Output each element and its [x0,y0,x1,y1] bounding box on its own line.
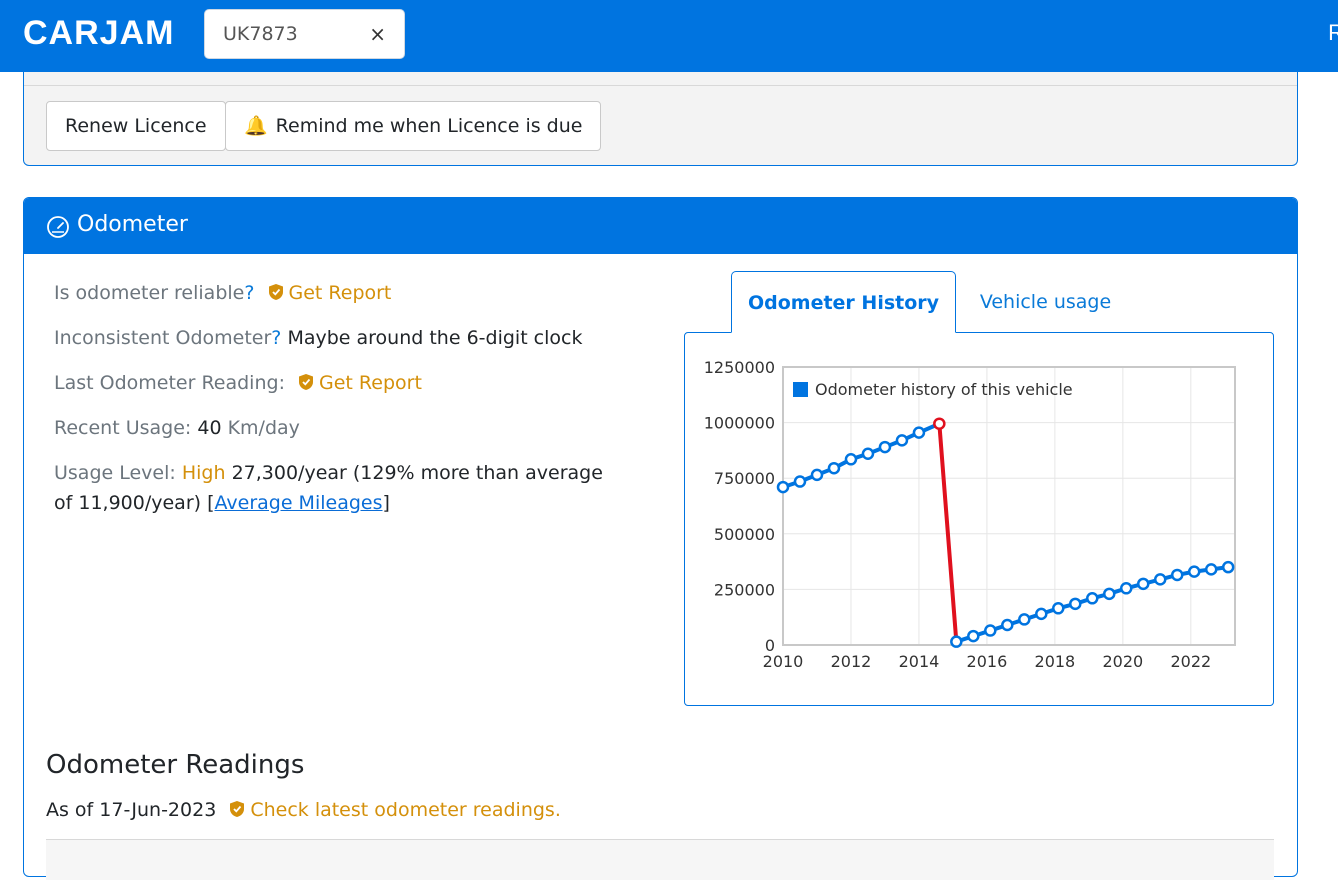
last-reading-label: Last Odometer Reading: [54,372,285,394]
usage-level-value: High [181,462,226,484]
recent-usage-unit: Km/day [227,417,300,439]
rollback-segment [937,421,959,644]
y-tick-label: 500000 [714,525,775,544]
get-report-link[interactable]: Get Report [289,282,392,304]
data-point [1153,573,1167,586]
x-tick-label: 2018 [1035,652,1076,671]
licence-card: Renew Licence 🔔 Remind me when Licence is… [23,72,1298,166]
y-tick-label: 250000 [714,580,775,599]
data-point [967,629,980,643]
x-tick-label: 2012 [831,652,872,671]
logo[interactable]: CARJAM [23,14,174,53]
data-point [827,461,841,475]
data-point [1069,597,1082,611]
data-point [793,475,807,488]
data-point [1018,613,1031,626]
inconsistent-value: Maybe around the 6-digit clock [287,327,583,349]
reliable-label: Is odometer reliable [54,282,245,304]
rollback-point [933,417,946,430]
x-tick-label: 2016 [967,652,1008,671]
y-tick-label: 750000 [714,469,775,488]
odometer-chart: 2010 2012 2014 2016 2018 2020 2022 0 250000 50000… [684,332,1274,706]
data-point [1001,618,1014,632]
data-point [776,480,790,494]
nav-edge-text[interactable]: R [1328,20,1338,46]
y-tick-label: 0 [765,636,775,655]
readings-table-header [46,840,1274,880]
shield-icon [230,801,245,817]
get-report-link[interactable]: Get Report [319,372,422,394]
renew-licence-button[interactable]: Renew Licence [46,101,226,151]
tab-odometer-history[interactable]: Odometer History [731,271,956,333]
data-point [1204,563,1218,576]
shield-icon [299,374,314,390]
data-point [1119,582,1133,595]
data-point [912,426,926,439]
speedometer-icon [47,216,69,238]
inconsistent-help[interactable]: ? [271,327,281,349]
recent-usage-value: 40 [197,417,222,439]
usage-level-row: Usage Level: High 27,300/year (129% more… [54,458,614,518]
usage-level-label: Usage Level: [54,462,176,484]
odometer-chart-svg: 2010 2012 2014 2016 2018 2020 2022025000050000… [704,358,1236,671]
data-point [1170,568,1184,582]
legend-label: Odometer history of this vehicle [815,380,1073,399]
readings-as-of: As of 17-Jun-2023 [46,799,217,821]
inconsistent-row: Inconsistent Odometer? Maybe around the … [54,327,583,349]
clear-icon[interactable]: × [369,22,386,46]
tab-vehicle-usage[interactable]: Vehicle usage [959,271,1132,333]
data-point [1052,602,1065,615]
reliable-row: Is odometer reliable? Get Report [54,282,391,304]
recent-usage-label: Recent Usage: [54,417,192,439]
data-point [1086,592,1099,605]
data-point [810,468,824,482]
bell-icon: 🔔 [244,115,268,137]
remind-label: Remind me when Licence is due [275,115,583,137]
top-bar: CARJAM × R [0,0,1338,72]
data-point [861,447,875,460]
y-tick-label: 1000000 [704,414,775,433]
data-point [1136,577,1150,591]
data-point [1035,607,1048,621]
shield-icon [268,284,283,300]
x-tick-label: 2020 [1102,652,1143,671]
remind-licence-button[interactable]: 🔔 Remind me when Licence is due [225,101,602,151]
last-reading-row: Last Odometer Reading: Get Report [54,372,422,394]
readings-subtitle: As of 17-Jun-2023 Check latest odometer … [46,799,561,821]
x-tick-label: 2022 [1170,652,1211,671]
search-input[interactable] [206,11,356,57]
x-tick-label: 2014 [899,652,940,671]
legend-swatch [793,382,808,397]
data-point [1221,560,1235,574]
data-point [1103,587,1116,601]
inconsistent-label: Inconsistent Odometer [54,327,272,349]
search-box[interactable]: × [204,9,405,59]
data-point [984,624,997,637]
odometer-card: Odometer Is odometer reliable? Get Repor… [23,197,1298,880]
average-mileages-link[interactable]: Average Mileages [215,492,383,514]
readings-title: Odometer Readings [46,750,305,780]
reliable-help[interactable]: ? [244,282,254,304]
data-point [1187,565,1201,578]
data-point [895,434,909,447]
check-readings-link[interactable]: Check latest odometer readings. [250,799,561,821]
odometer-title: Odometer [77,212,188,237]
odometer-card-header: Odometer [24,198,1297,254]
recent-usage-row: Recent Usage: 40 Km/day [54,417,300,439]
y-tick-label: 1250000 [704,358,775,377]
data-point [878,440,892,454]
usage-level-close: ] [382,492,390,514]
data-point [950,635,963,648]
divider [24,85,1297,86]
data-point [844,453,858,466]
